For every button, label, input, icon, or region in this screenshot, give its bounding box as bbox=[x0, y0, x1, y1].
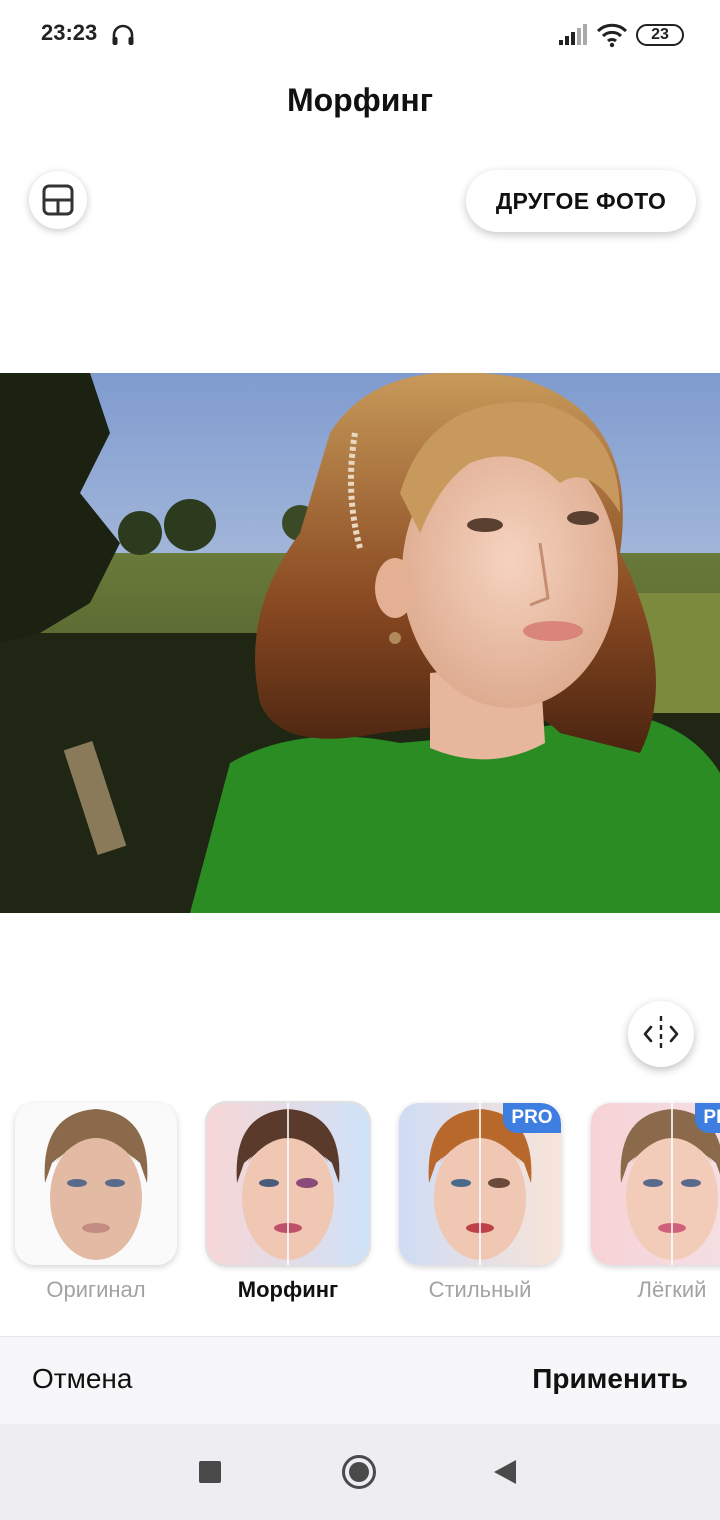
back-icon[interactable] bbox=[494, 1460, 516, 1484]
pro-badge: PRO bbox=[695, 1103, 720, 1133]
filter-thumbnail[interactable] bbox=[207, 1103, 369, 1265]
compare-split-icon bbox=[643, 1016, 679, 1052]
wifi-icon bbox=[596, 23, 628, 48]
recents-icon[interactable] bbox=[199, 1461, 221, 1483]
status-time: 23:23 bbox=[41, 20, 98, 45]
filter-label: Оригинал bbox=[46, 1277, 146, 1302]
filter-thumbnail[interactable]: PRO bbox=[399, 1103, 561, 1265]
layout-button[interactable] bbox=[29, 171, 87, 229]
filter-thumbnail[interactable]: PRO bbox=[591, 1103, 720, 1265]
action-bar: Отмена Применить bbox=[0, 1336, 720, 1424]
status-bar: 23:23 23 bbox=[0, 0, 720, 70]
signal-icon bbox=[559, 24, 587, 45]
pro-badge: PRO bbox=[503, 1103, 561, 1133]
battery-level: 23 bbox=[651, 26, 669, 43]
compare-button[interactable] bbox=[628, 1001, 694, 1067]
filter-thumbnail[interactable] bbox=[15, 1103, 177, 1265]
battery-icon: 23 bbox=[636, 24, 684, 46]
filter-label: Лёгкий bbox=[637, 1277, 707, 1302]
home-icon[interactable] bbox=[342, 1455, 376, 1489]
system-nav-bar bbox=[0, 1424, 720, 1520]
layout-icon bbox=[42, 184, 74, 216]
cancel-button[interactable]: Отмена bbox=[32, 1363, 132, 1395]
headphones-icon bbox=[112, 24, 134, 45]
selfie-photo bbox=[0, 373, 720, 913]
filter-label: Морфинг bbox=[237, 1277, 339, 1302]
page-title: Морфинг bbox=[286, 82, 434, 118]
filter-strip: Оригинал Морфинг PRO Стильный P Лёгкий bbox=[0, 1100, 720, 1310]
filter-label: Стильный bbox=[428, 1277, 532, 1302]
apply-button[interactable]: Применить bbox=[532, 1363, 688, 1395]
other-photo-button[interactable]: ДРУГОЕ ФОТО bbox=[466, 170, 696, 232]
